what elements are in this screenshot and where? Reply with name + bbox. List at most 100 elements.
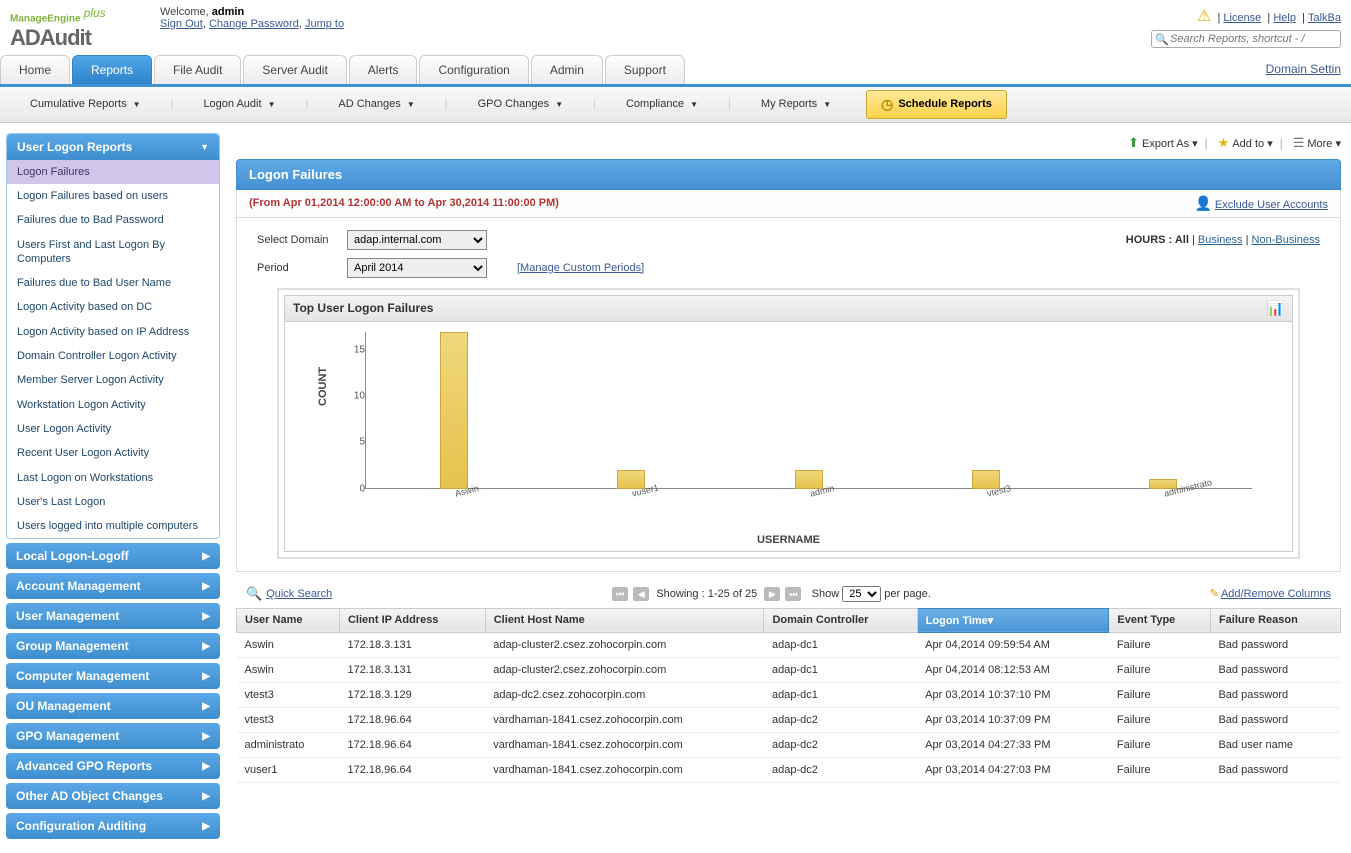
tab-server-audit[interactable]: Server Audit bbox=[243, 55, 346, 84]
clock-icon: ◷ bbox=[881, 96, 893, 113]
col-event-type[interactable]: Event Type bbox=[1109, 608, 1211, 632]
col-client-host-name[interactable]: Client Host Name bbox=[485, 608, 764, 632]
next-page-button[interactable]: ▶ bbox=[764, 587, 780, 601]
chart-ylabel: COUNT bbox=[317, 367, 329, 406]
subnav-cumulative-reports[interactable]: Cumulative Reports ▼ bbox=[0, 90, 171, 118]
welcome-text: Welcome, admin bbox=[160, 6, 344, 18]
tab-configuration[interactable]: Configuration bbox=[419, 55, 528, 84]
logo-top: ManageEngine bbox=[10, 14, 81, 25]
table-row[interactable]: Aswin172.18.3.131adap-cluster2.csez.zoho… bbox=[237, 657, 1341, 682]
sidebar-cat-other-ad-object-changes[interactable]: Other AD Object Changes▶ bbox=[6, 783, 220, 809]
table-row[interactable]: vtest3172.18.3.129adap-dc2.csez.zohocorp… bbox=[237, 682, 1341, 707]
license-link[interactable]: License bbox=[1223, 12, 1261, 24]
sidebar-cat-computer-management[interactable]: Computer Management▶ bbox=[6, 663, 220, 689]
search-input[interactable] bbox=[1151, 30, 1341, 48]
talkback-link[interactable]: TalkBa bbox=[1308, 12, 1341, 24]
col-failure-reason[interactable]: Failure Reason bbox=[1210, 608, 1340, 632]
sidebar-cat-configuration-auditing[interactable]: Configuration Auditing▶ bbox=[6, 813, 220, 839]
quick-search-link[interactable]: Quick Search bbox=[266, 588, 332, 600]
subnav-logon-audit[interactable]: Logon Audit ▼ bbox=[173, 90, 305, 118]
help-link[interactable]: Help bbox=[1273, 12, 1296, 24]
last-page-button[interactable]: ⏭ bbox=[785, 587, 801, 601]
sidebar-item-failures-due-to-bad-password[interactable]: Failures due to Bad Password bbox=[7, 208, 219, 232]
sidebar-item-logon-activity-based-on-dc[interactable]: Logon Activity based on DC bbox=[7, 295, 219, 319]
more-button[interactable]: ☰More ▾ bbox=[1293, 138, 1341, 150]
sidebar-item-domain-controller-logon-activity[interactable]: Domain Controller Logon Activity bbox=[7, 344, 219, 368]
bar-aswin[interactable] bbox=[440, 332, 468, 489]
date-range: (From Apr 01,2014 12:00:00 AM to Apr 30,… bbox=[249, 197, 559, 209]
page-size-select[interactable]: 25 bbox=[842, 586, 881, 602]
chart-options-icon[interactable]: 📊 bbox=[1267, 300, 1284, 317]
sign-out-link[interactable]: Sign Out bbox=[160, 18, 203, 30]
table-row[interactable]: administrato172.18.96.64vardhaman-1841.c… bbox=[237, 732, 1341, 757]
chevron-right-icon: ▶ bbox=[202, 641, 210, 652]
sidebar-cat-account-management[interactable]: Account Management▶ bbox=[6, 573, 220, 599]
period-select[interactable]: April 2014 bbox=[347, 258, 487, 278]
subnav-ad-changes[interactable]: AD Changes ▼ bbox=[308, 90, 444, 118]
chevron-right-icon: ▶ bbox=[202, 821, 210, 832]
sidebar-cat-user-management[interactable]: User Management▶ bbox=[6, 603, 220, 629]
subnav-gpo-changes[interactable]: GPO Changes ▼ bbox=[448, 90, 594, 118]
table-row[interactable]: vuser1172.18.96.64vardhaman-1841.csez.zo… bbox=[237, 757, 1341, 782]
add-remove-columns-link[interactable]: Add/Remove Columns bbox=[1221, 588, 1331, 600]
tab-admin[interactable]: Admin bbox=[531, 55, 603, 84]
sidebar-header[interactable]: User Logon Reports▼ bbox=[7, 134, 219, 160]
table-row[interactable]: Aswin172.18.3.131adap-cluster2.csez.zoho… bbox=[237, 632, 1341, 657]
tab-alerts[interactable]: Alerts bbox=[349, 55, 418, 84]
domain-select[interactable]: adap.internal.com bbox=[347, 230, 487, 250]
chevron-right-icon: ▶ bbox=[202, 731, 210, 742]
sidebar-item-member-server-logon-activity[interactable]: Member Server Logon Activity bbox=[7, 368, 219, 392]
prev-page-button[interactable]: ◀ bbox=[633, 587, 649, 601]
table-row[interactable]: vtest3172.18.96.64vardhaman-1841.csez.zo… bbox=[237, 707, 1341, 732]
hours-filter: HOURS : All | Business | Non-Business bbox=[1126, 234, 1320, 246]
sidebar-cat-local-logon-logoff[interactable]: Local Logon-Logoff▶ bbox=[6, 543, 220, 569]
sidebar-item-last-logon-on-workstations[interactable]: Last Logon on Workstations bbox=[7, 466, 219, 490]
col-user-name[interactable]: User Name bbox=[237, 608, 340, 632]
sidebar-cat-ou-management[interactable]: OU Management▶ bbox=[6, 693, 220, 719]
export-as-button[interactable]: ⬆Export As ▾ bbox=[1128, 138, 1198, 150]
hours-nonbusiness-link[interactable]: Non-Business bbox=[1252, 234, 1320, 246]
sidebar-cat-group-management[interactable]: Group Management▶ bbox=[6, 633, 220, 659]
tab-support[interactable]: Support bbox=[605, 55, 685, 84]
warning-icon[interactable]: ⚠ bbox=[1197, 8, 1211, 25]
manage-custom-periods-link[interactable]: [Manage Custom Periods] bbox=[517, 262, 644, 274]
sidebar-item-users-logged-into-multiple-computers[interactable]: Users logged into multiple computers bbox=[7, 514, 219, 538]
col-client-ip-address[interactable]: Client IP Address bbox=[339, 608, 485, 632]
sidebar-item-logon-failures-based-on-users[interactable]: Logon Failures based on users bbox=[7, 184, 219, 208]
subnav-compliance[interactable]: Compliance ▼ bbox=[596, 90, 728, 118]
chevron-right-icon: ▶ bbox=[202, 611, 210, 622]
sidebar-item-user-s-last-logon[interactable]: User's Last Logon bbox=[7, 490, 219, 514]
hours-business-link[interactable]: Business bbox=[1198, 234, 1243, 246]
chevron-right-icon: ▶ bbox=[202, 551, 210, 562]
col-logon-time-[interactable]: Logon Time▾ bbox=[917, 608, 1109, 632]
search-icon: 🔍 bbox=[246, 586, 262, 602]
sidebar-cat-gpo-management[interactable]: GPO Management▶ bbox=[6, 723, 220, 749]
sidebar-item-recent-user-logon-activity[interactable]: Recent User Logon Activity bbox=[7, 441, 219, 465]
jump-to-link[interactable]: Jump to bbox=[305, 18, 344, 30]
col-domain-controller[interactable]: Domain Controller bbox=[764, 608, 917, 632]
tab-file-audit[interactable]: File Audit bbox=[154, 55, 241, 84]
domain-settings-link[interactable]: Domain Settin bbox=[1266, 62, 1341, 76]
y-tick: 15 bbox=[354, 345, 365, 356]
sidebar-item-workstation-logon-activity[interactable]: Workstation Logon Activity bbox=[7, 393, 219, 417]
tab-home[interactable]: Home bbox=[0, 55, 70, 84]
sidebar-item-user-logon-activity[interactable]: User Logon Activity bbox=[7, 417, 219, 441]
exclude-user-accounts-link[interactable]: Exclude User Accounts bbox=[1215, 199, 1328, 211]
logo-main: ADAudit bbox=[10, 25, 145, 51]
chevron-right-icon: ▶ bbox=[202, 671, 210, 682]
add-to-button[interactable]: ★Add to ▾ bbox=[1218, 138, 1273, 150]
star-icon: ★ bbox=[1218, 135, 1230, 150]
sidebar-cat-advanced-gpo-reports[interactable]: Advanced GPO Reports▶ bbox=[6, 753, 220, 779]
change-password-link[interactable]: Change Password bbox=[209, 18, 299, 30]
list-icon: ☰ bbox=[1293, 135, 1305, 150]
tab-reports[interactable]: Reports bbox=[72, 55, 152, 84]
sidebar-item-users-first-and-last-logon-by-computers[interactable]: Users First and Last Logon By Computers bbox=[7, 233, 219, 272]
chevron-right-icon: ▶ bbox=[202, 791, 210, 802]
first-page-button[interactable]: ⏮ bbox=[612, 587, 628, 601]
y-tick: 10 bbox=[354, 391, 365, 402]
subnav-my-reports[interactable]: My Reports ▼ bbox=[731, 90, 861, 118]
sidebar-item-logon-activity-based-on-ip-address[interactable]: Logon Activity based on IP Address bbox=[7, 320, 219, 344]
schedule-reports-button[interactable]: ◷Schedule Reports bbox=[866, 90, 1007, 119]
sidebar-item-logon-failures[interactable]: Logon Failures bbox=[7, 160, 219, 184]
sidebar-item-failures-due-to-bad-user-name[interactable]: Failures due to Bad User Name bbox=[7, 271, 219, 295]
